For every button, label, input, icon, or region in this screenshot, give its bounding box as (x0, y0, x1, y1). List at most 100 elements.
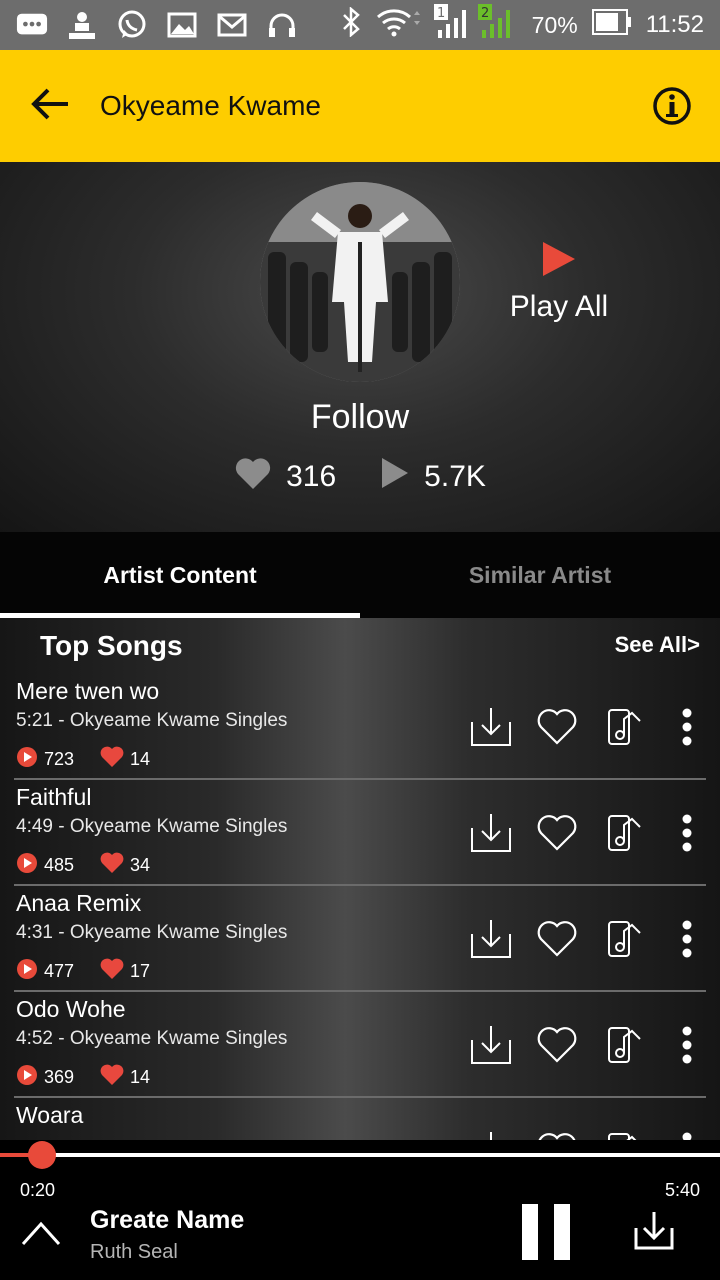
song-likes: 14 (130, 1067, 151, 1087)
total-time: 5:40 (664, 1180, 700, 1200)
song-row[interactable]: Faithful 4:49 - Okyeame Kwame Singles 485 3… (0, 780, 720, 886)
song-meta: 4:52 - Okyeame Kwame Singles (16, 1028, 288, 1049)
more-options-icon[interactable] (664, 1022, 710, 1068)
download-icon[interactable] (468, 810, 514, 856)
follow-button[interactable]: Follow (0, 398, 720, 437)
song-plays: 723 (44, 749, 75, 769)
song-meta: 5:21 - Okyeame Kwame Singles (16, 710, 288, 731)
song-row[interactable]: Mere twen wo 5:21 - Okyeame Kwame Singles… (0, 674, 720, 780)
play-count-icon (16, 958, 38, 985)
progress-track[interactable] (0, 1153, 720, 1157)
more-options-icon[interactable] (664, 704, 710, 750)
see-all-link[interactable]: See All> (615, 632, 700, 658)
artist-header: Play All Follow 316 5.7K (0, 162, 720, 532)
info-icon[interactable] (652, 86, 692, 126)
more-options-icon[interactable] (664, 916, 710, 962)
song-plays: 477 (44, 961, 75, 981)
artist-avatar (260, 182, 460, 382)
status-bar: 12 70% 11:52 (0, 0, 720, 50)
song-stats: 723 14 (16, 746, 150, 773)
artist-stats: 316 5.7K (0, 456, 720, 498)
chat-icon (16, 11, 48, 39)
heart-icon (100, 746, 124, 773)
song-plays: 369 (44, 1067, 75, 1087)
ringtone-icon[interactable] (602, 704, 648, 750)
battery-icon (591, 9, 632, 41)
now-playing-artist: Ruth Seal (90, 1241, 178, 1263)
headphones-icon (266, 11, 298, 39)
heart-icon (100, 852, 124, 879)
section-title: Top Songs (40, 630, 183, 661)
svg-text:2: 2 (481, 6, 489, 21)
tab-artist-content[interactable]: Artist Content (0, 532, 360, 618)
app-bar: Okyeame Kwame (0, 50, 720, 162)
download-icon[interactable] (468, 1022, 514, 1068)
ringtone-icon[interactable] (602, 810, 648, 856)
song-title: Faithful (16, 784, 92, 810)
play-all-button[interactable]: Play All (504, 240, 614, 324)
top-songs-section: Top Songs See All> Mere twen wo 5:21 - Ok… (0, 618, 720, 1140)
now-playing-title: Greate Name (90, 1206, 245, 1234)
tab-bar: Artist Content Similar Artist (0, 532, 720, 618)
song-plays: 485 (44, 855, 75, 875)
mini-player: 0:20 5:40 Greate Name Ruth Seal (0, 1140, 720, 1280)
download-icon[interactable] (468, 1128, 514, 1140)
signal-icon: 12 (433, 4, 518, 46)
song-likes: 14 (130, 749, 151, 769)
favorite-icon[interactable] (534, 704, 580, 750)
download-icon[interactable] (468, 916, 514, 962)
wifi-icon (376, 7, 420, 43)
chevron-up-icon[interactable] (20, 1214, 62, 1248)
play-count-icon (16, 746, 38, 773)
favorite-icon[interactable] (534, 810, 580, 856)
current-time: 0:20 (20, 1180, 56, 1200)
more-options-icon[interactable] (664, 810, 710, 856)
favorite-icon[interactable] (534, 916, 580, 962)
song-title: Anaa Remix (16, 890, 142, 916)
ringtone-icon[interactable] (602, 1022, 648, 1068)
song-row[interactable]: Woara (0, 1098, 720, 1140)
play-count-icon (16, 852, 38, 879)
heart-icon (234, 456, 272, 498)
song-meta: 4:31 - Okyeame Kwame Singles (16, 922, 288, 943)
play-icon (541, 242, 577, 282)
download-icon[interactable] (632, 1210, 676, 1252)
arrow-left-icon (30, 88, 70, 124)
heart-icon (100, 1064, 124, 1091)
likes-stat: 316 (234, 456, 336, 498)
song-title: Odo Wohe (16, 996, 126, 1022)
song-row[interactable]: Anaa Remix 4:31 - Okyeame Kwame Singles 47… (0, 886, 720, 992)
page-title: Okyeame Kwame (100, 90, 321, 121)
song-stats: 485 34 (16, 852, 150, 879)
mail-icon (216, 11, 248, 39)
progress-thumb[interactable] (28, 1141, 57, 1169)
download-icon[interactable] (468, 704, 514, 750)
song-stats: 369 14 (16, 1064, 150, 1091)
play-all-label: Play All (509, 290, 609, 323)
heart-icon (100, 958, 124, 985)
song-title: Mere twen wo (16, 678, 160, 704)
favorite-icon[interactable] (534, 1128, 580, 1140)
likes-count: 316 (286, 460, 337, 493)
song-meta: 4:49 - Okyeame Kwame Singles (16, 816, 288, 837)
section-header: Top Songs See All> (0, 618, 720, 676)
gallery-icon (166, 11, 198, 39)
ringtone-icon[interactable] (602, 1128, 648, 1140)
play-count-icon (16, 1064, 38, 1091)
favorite-icon[interactable] (534, 1022, 580, 1068)
whatsapp-icon (116, 10, 148, 39)
ringtone-icon[interactable] (602, 916, 648, 962)
tab-similar-artist[interactable]: Similar Artist (360, 532, 720, 618)
back-button[interactable] (0, 50, 100, 162)
pause-button[interactable] (520, 1204, 572, 1260)
clock: 11:52 (645, 11, 704, 38)
song-title: Woara (16, 1102, 84, 1128)
plays-count: 5.7K (424, 460, 486, 493)
song-row[interactable]: Odo Wohe 4:52 - Okyeame Kwame Singles 369 1… (0, 992, 720, 1098)
song-likes: 34 (130, 855, 151, 875)
more-options-icon[interactable] (664, 1128, 710, 1140)
play-count-icon (380, 456, 410, 498)
song-stats: 477 17 (16, 958, 150, 985)
song-likes: 17 (130, 961, 151, 981)
bluetooth-icon (340, 6, 362, 43)
